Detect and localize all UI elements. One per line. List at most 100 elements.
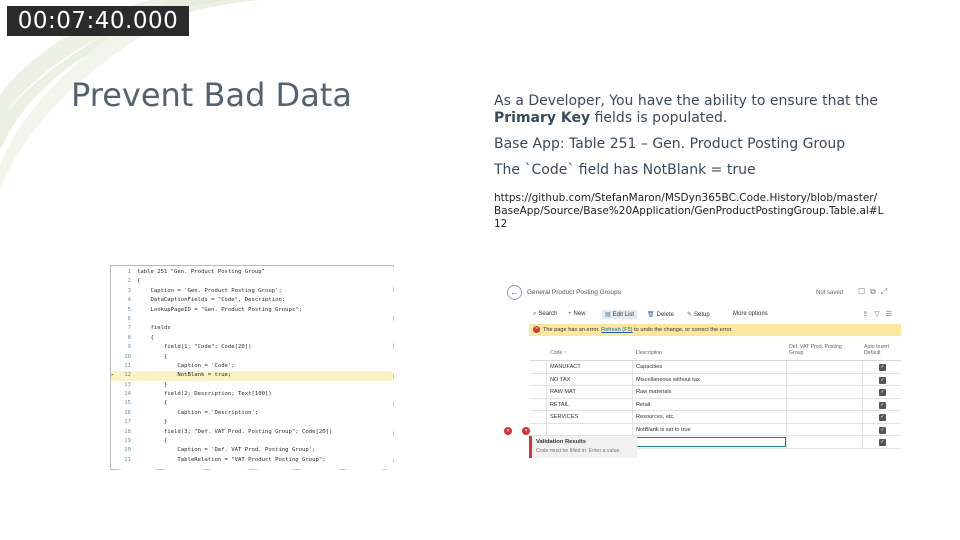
line-number: 8 — [127, 334, 131, 341]
auto-insert-checkbox[interactable]: ✓ — [879, 439, 886, 446]
auto-insert-checkbox[interactable]: ✓ — [879, 401, 886, 409]
line-number: 10 — [124, 353, 131, 360]
back-arrow-icon[interactable]: ← — [507, 285, 522, 300]
list-view-icon[interactable]: ☰ — [886, 311, 898, 318]
col-header-auto-insert[interactable]: Auto Insert Default — [864, 344, 904, 356]
auto-insert-checkbox[interactable]: ✓ — [879, 376, 886, 384]
line-number: 16 — [124, 409, 131, 416]
column-divider — [546, 373, 547, 385]
code-line: 10 { — [111, 353, 393, 362]
table-row[interactable]: RETAIL Retail ✓ — [530, 398, 901, 411]
bc-header: ← General Product Posting Groups Not sav… — [503, 282, 904, 304]
cell-description[interactable]: Retail — [636, 402, 650, 408]
column-divider — [546, 423, 547, 435]
code-text: { — [137, 334, 154, 341]
cell-code[interactable]: RAW MAT — [550, 389, 576, 395]
code-text: fields — [137, 325, 171, 332]
column-divider — [862, 361, 863, 373]
github-url[interactable]: https://github.com/StefanMaron/MSDyn365B… — [494, 192, 884, 231]
code-text: field(2; Description; Text[100]) — [137, 391, 272, 398]
code-line: 8 { — [111, 334, 393, 343]
not-saved-status: Not saved — [816, 290, 844, 296]
cell-description[interactable]: Resources, etc. — [636, 414, 675, 420]
edit-list-button[interactable]: ▤ Edit List — [602, 310, 638, 319]
cell-description[interactable]: Capacities — [636, 364, 662, 370]
open-new-window-icon[interactable]: ⧉ — [870, 287, 881, 296]
line-number: 17 — [124, 419, 131, 426]
auto-insert-checkbox[interactable]: ✓ — [879, 389, 886, 396]
cell-description[interactable]: Raw materials — [636, 389, 671, 395]
code-text: Caption = 'Code'; — [137, 362, 235, 369]
line-number: 18 — [124, 428, 131, 435]
code-text: TableRelation = "VAT Product Posting Gro… — [137, 456, 326, 463]
code-line: 13 } — [111, 381, 393, 390]
column-divider — [786, 436, 787, 448]
column-divider — [786, 361, 787, 373]
share-icon[interactable]: ⇪ — [862, 311, 874, 318]
auto-insert-checkbox[interactable]: ✓ — [879, 414, 886, 421]
new-button[interactable]: + New — [568, 311, 586, 317]
code-text: field(3; "Def. VAT Prod. Posting Group";… — [137, 428, 333, 435]
table-row[interactable]: SERVICES Resources, etc. ✓ — [530, 411, 901, 424]
column-divider — [786, 423, 787, 435]
column-divider — [786, 398, 787, 410]
code-text: Caption = 'Description'; — [137, 409, 259, 416]
code-line: 16 Caption = 'Description'; — [111, 409, 393, 418]
line-number: 20 — [124, 447, 131, 454]
timecode: 00:07:40.000 — [7, 6, 189, 36]
table-row[interactable]: RAW MAT Raw materials ✓ — [530, 386, 901, 399]
line-number: 6 — [127, 315, 131, 322]
line-number: 19 — [124, 438, 131, 445]
refresh-link[interactable]: Refresh (F5) — [601, 327, 632, 333]
cell-description[interactable]: NotBlank is set to true — [636, 427, 691, 433]
auto-insert-checkbox[interactable]: ✓ — [879, 426, 886, 434]
line-number: 3 — [127, 287, 131, 294]
setup-button[interactable]: ✎ Setup — [687, 311, 710, 318]
col-header-def-vat[interactable]: Def. VAT Prod. Posting Group — [789, 344, 851, 356]
table-row[interactable]: MANUFACT Capacities ✓ — [530, 361, 901, 374]
column-divider — [862, 373, 863, 385]
col-header-code[interactable]: Code ↑ — [550, 350, 566, 356]
column-divider — [862, 386, 863, 398]
table-row[interactable]: NO TAX Miscellaneous without tax ✓ — [530, 373, 901, 386]
expand-icon[interactable]: ⤢ — [881, 287, 892, 296]
bc-action-icons: ⇪▽☰ — [862, 310, 898, 318]
code-screenshot: 1 table 251 "Gen. Product Posting Group" 2… — [110, 265, 394, 470]
bookmark-icon[interactable]: ☐ — [858, 287, 870, 296]
column-divider — [546, 361, 547, 373]
code-text: Caption = 'Gen. Product Posting Group'; — [137, 287, 282, 294]
code-text: } — [137, 419, 168, 426]
column-divider — [862, 398, 863, 410]
line-number: 12 — [124, 372, 131, 379]
col-header-description[interactable]: Description — [636, 350, 662, 356]
column-divider — [862, 436, 863, 448]
auto-insert-checkbox[interactable]: ✓ — [879, 364, 886, 371]
row-error-icon: × — [504, 426, 512, 435]
table-row[interactable]: × × NotBlank is set to true ✓ — [504, 423, 901, 436]
code-line: 6 — [111, 315, 393, 324]
column-divider — [632, 411, 633, 423]
cell-code[interactable]: NO TAX — [550, 377, 570, 383]
bullet-notblank: The `Code` field has NotBlank = true — [494, 162, 756, 178]
code-text: { — [137, 438, 168, 445]
line-number: 13 — [124, 381, 131, 388]
cell-code[interactable]: SERVICES — [550, 414, 578, 420]
code-text: LookupPageID = "Gen. Product Posting Gro… — [137, 306, 303, 313]
search-icon: ⌕ — [533, 311, 537, 317]
column-divider — [632, 373, 633, 385]
validation-message: Code must be filled in. Enter a value. — [536, 448, 621, 454]
slide-bullets: As a Developer, You have the ability to … — [494, 93, 894, 231]
cell-description[interactable]: Miscellaneous without tax — [636, 377, 700, 383]
field-error-icon[interactable]: × — [522, 426, 530, 435]
more-options-button[interactable]: More options — [733, 311, 768, 317]
cell-code[interactable]: MANUFACT — [550, 364, 581, 370]
delete-button[interactable]: 🗑 Delete — [647, 311, 674, 318]
line-number: 1 — [127, 269, 131, 275]
code-text: { — [137, 353, 168, 360]
search-button[interactable]: ⌕ Search — [533, 311, 557, 318]
filter-icon[interactable]: ▽ — [874, 311, 885, 318]
active-cell-editor[interactable] — [636, 437, 786, 447]
column-divider — [786, 386, 787, 398]
posting-groups-table: Code ↑ Description Def. VAT Prod. Postin… — [504, 343, 904, 449]
cell-code[interactable]: RETAIL — [550, 402, 569, 408]
